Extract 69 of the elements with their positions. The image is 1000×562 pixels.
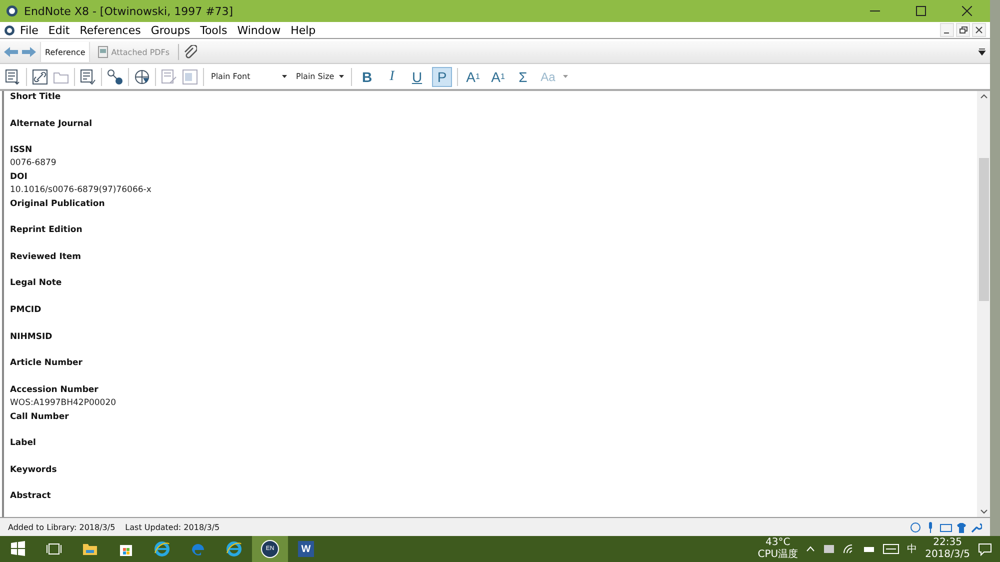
maximize-icon <box>916 6 926 16</box>
updated-date: Last Updated: 2018/3/5 <box>125 522 220 532</box>
input-method-indicator[interactable]: 中 <box>907 542 918 556</box>
field-label: NIHMSID <box>10 330 54 344</box>
field-label: Label <box>10 437 37 450</box>
menu-item[interactable]: Groups <box>146 24 196 36</box>
app-logo-icon <box>6 5 18 17</box>
scrollbar-thumb[interactable] <box>978 158 988 300</box>
field-label: Accession Number <box>10 384 100 397</box>
scroll-down-icon[interactable] <box>980 509 988 514</box>
added-date: Added to Library: 2018/3/5 <box>8 522 116 532</box>
field-label: PMCID <box>10 304 42 317</box>
superscript-button[interactable]: A$^{1}$ <box>463 66 483 86</box>
field-value[interactable]: 10.1016/s0076-6879(97)76066-x <box>10 184 971 197</box>
clock-time[interactable]: 22:35 <box>933 537 962 549</box>
caret-icon <box>282 75 287 78</box>
paperclip-icon[interactable] <box>182 45 197 59</box>
field-label: Alternate Journal <box>10 118 94 131</box>
field-label: Abstract <box>10 490 52 504</box>
field-label: Keywords <box>10 464 58 477</box>
temperature-reading: 43°C <box>766 537 790 548</box>
tab[interactable]: Reference <box>40 42 90 62</box>
back-arrow-icon[interactable] <box>4 46 18 58</box>
dropdown-icon[interactable] <box>978 48 986 56</box>
menu-item[interactable]: Tools <box>195 24 232 36</box>
menu-item[interactable]: Edit <box>43 24 75 36</box>
caret-icon[interactable] <box>563 75 568 78</box>
menu-item[interactable]: Window <box>232 24 286 36</box>
clock-date[interactable]: 2018/3/5 <box>925 549 970 561</box>
italic-button[interactable]: I <box>382 66 402 86</box>
globe-icon[interactable] <box>134 68 150 84</box>
field-value[interactable]: WOS:A1997BH42P00020 <box>10 396 971 410</box>
field-label: DOI <box>10 170 28 184</box>
underline-button[interactable]: U <box>407 66 427 86</box>
app-logo-icon <box>4 24 15 36</box>
link-icon[interactable] <box>32 68 48 84</box>
new-reference-icon[interactable] <box>5 68 21 84</box>
restore-icon[interactable] <box>956 23 970 37</box>
field-label: Reprint Edition <box>10 224 84 238</box>
field-label: Original Publication <box>10 198 106 210</box>
shirt-icon[interactable] <box>956 522 967 532</box>
scrollbar[interactable] <box>977 91 990 517</box>
field-label: Reviewed Item <box>10 250 82 264</box>
field-label: ISSN <box>10 144 34 158</box>
notification-icon[interactable] <box>978 542 992 556</box>
document-icon <box>98 46 108 58</box>
menu-item[interactable]: Help <box>286 24 321 36</box>
close-icon <box>962 6 972 16</box>
menu-item[interactable]: File <box>15 24 44 36</box>
temperature-label: CPU温度 <box>758 549 798 561</box>
bold-button[interactable]: B <box>357 66 377 86</box>
caret-icon <box>339 75 344 78</box>
field-value[interactable]: 0076-6879 <box>10 157 971 170</box>
minimize-icon[interactable] <box>940 23 954 37</box>
scroll-up-icon[interactable] <box>980 94 988 99</box>
field-label: Article Number <box>10 357 84 370</box>
symbol-button[interactable]: Σ <box>513 66 533 86</box>
word-app-button[interactable]: W <box>288 536 324 562</box>
field-label: Call Number <box>10 410 70 424</box>
close-icon[interactable] <box>972 23 986 37</box>
window-title: EndNote X8 - [Otwinowski, 1997 #73] <box>24 4 234 18</box>
reference-list-icon[interactable] <box>80 68 96 84</box>
plain-text-button[interactable]: P <box>432 66 452 86</box>
forward-arrow-icon[interactable] <box>22 46 36 58</box>
chevron-up-icon[interactable] <box>806 546 816 552</box>
wrench-icon[interactable] <box>971 522 982 532</box>
menu-item[interactable]: References <box>74 24 146 36</box>
field-label: Legal Note <box>10 277 63 290</box>
field-label: Short Title <box>10 91 62 104</box>
